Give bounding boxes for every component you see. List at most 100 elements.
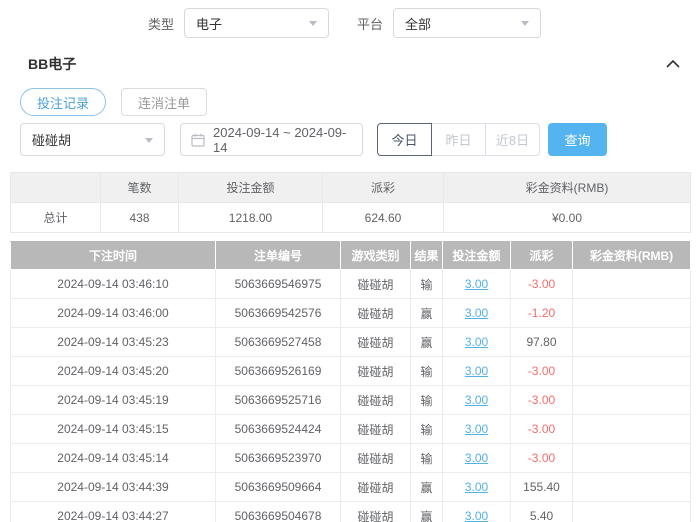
cell-payout: -3.00 — [511, 415, 573, 444]
cell-bet-time: 2024-09-14 03:45:14 — [11, 444, 216, 473]
date-range-input[interactable]: 2024-09-14 ~ 2024-09-14 — [180, 123, 363, 156]
summary-total-bet-amount: 1218.00 — [179, 203, 323, 233]
cell-result: 输 — [411, 357, 443, 386]
bet-amount-link[interactable]: 3.00 — [465, 422, 488, 436]
bet-amount-link[interactable]: 3.00 — [465, 364, 488, 378]
bet-amount-link[interactable]: 3.00 — [465, 451, 488, 465]
bet-amount-link[interactable]: 3.00 — [465, 480, 488, 494]
collapse-section-button[interactable] — [665, 59, 681, 69]
cell-jackpot — [573, 270, 691, 299]
header-bet-amount: 投注金额 — [443, 242, 511, 270]
cell-bet-amount: 3.00 — [443, 357, 511, 386]
summary-total-payout: 624.60 — [323, 203, 444, 233]
tab-bet-records[interactable]: 投注记录 — [20, 88, 106, 116]
cell-bet-amount: 3.00 — [443, 270, 511, 299]
cell-jackpot — [573, 473, 691, 502]
cell-result: 赢 — [411, 502, 443, 522]
cell-payout: -3.00 — [511, 386, 573, 415]
table-row: 2024-09-14 03:45:15 5063669524424 碰碰胡 输 … — [11, 415, 691, 444]
game-select[interactable]: 碰碰胡 — [20, 123, 165, 156]
table-row: 2024-09-14 03:46:10 5063669546975 碰碰胡 输 … — [11, 270, 691, 299]
bet-records-table: 下注时间 注单编号 游戏类别 结果 投注金额 派彩 彩金资料(RMB) 2024… — [10, 241, 691, 522]
bet-table-body: 2024-09-14 03:46:10 5063669546975 碰碰胡 输 … — [11, 270, 691, 522]
cell-bet-amount: 3.00 — [443, 473, 511, 502]
tab-cancelled-slips[interactable]: 连消注单 — [121, 88, 207, 116]
summary-header-blank — [11, 173, 101, 203]
cell-result: 输 — [411, 386, 443, 415]
cell-jackpot — [573, 502, 691, 522]
cell-bet-time: 2024-09-14 03:45:20 — [11, 357, 216, 386]
cell-slip-no: 5063669523970 — [216, 444, 341, 473]
cell-jackpot — [573, 386, 691, 415]
cell-jackpot — [573, 328, 691, 357]
summary-table: 笔数 投注金额 派彩 彩金资料(RMB) 总计 438 1218.00 624.… — [10, 172, 691, 233]
summary-total-row: 总计 438 1218.00 624.60 ¥0.00 — [11, 203, 691, 233]
cell-bet-time: 2024-09-14 03:45:19 — [11, 386, 216, 415]
cell-payout: 155.40 — [511, 473, 573, 502]
table-row: 2024-09-14 03:45:23 5063669527458 碰碰胡 赢 … — [11, 328, 691, 357]
date-range-value: 2024-09-14 ~ 2024-09-14 — [213, 125, 352, 155]
table-row: 2024-09-14 03:44:39 5063669509664 碰碰胡 赢 … — [11, 473, 691, 502]
cell-bet-amount: 3.00 — [443, 415, 511, 444]
cell-payout: -3.00 — [511, 270, 573, 299]
type-select-value: 电子 — [196, 14, 222, 33]
today-button[interactable]: 今日 — [377, 123, 432, 156]
bet-amount-link[interactable]: 3.00 — [465, 509, 488, 522]
section-title: BB电子 — [28, 54, 76, 74]
last-8-days-button[interactable]: 近8日 — [485, 123, 540, 156]
bet-amount-link[interactable]: 3.00 — [465, 277, 488, 291]
cell-jackpot — [573, 299, 691, 328]
summary-header-payout: 派彩 — [323, 173, 444, 203]
section-header: BB电子 — [0, 54, 697, 74]
record-tabs: 投注记录 连消注单 — [0, 88, 697, 116]
summary-header-count: 笔数 — [101, 173, 179, 203]
platform-label: 平台 — [357, 14, 383, 33]
cell-slip-no: 5063669527458 — [216, 328, 341, 357]
cell-result: 输 — [411, 270, 443, 299]
cell-bet-time: 2024-09-14 03:45:15 — [11, 415, 216, 444]
cell-bet-time: 2024-09-14 03:44:27 — [11, 502, 216, 522]
header-slip-no: 注单编号 — [216, 242, 341, 270]
cell-game-type: 碰碰胡 — [341, 270, 411, 299]
cell-slip-no: 5063669526169 — [216, 357, 341, 386]
cell-slip-no: 5063669509664 — [216, 473, 341, 502]
chevron-down-icon — [145, 138, 153, 143]
table-row: 2024-09-14 03:45:19 5063669525716 碰碰胡 输 … — [11, 386, 691, 415]
table-row: 2024-09-14 03:45:14 5063669523970 碰碰胡 输 … — [11, 444, 691, 473]
cell-bet-time: 2024-09-14 03:46:10 — [11, 270, 216, 299]
platform-select[interactable]: 全部 — [393, 8, 541, 38]
summary-total-count: 438 — [101, 203, 179, 233]
summary-header-row: 笔数 投注金额 派彩 彩金资料(RMB) — [11, 173, 691, 203]
chevron-down-icon — [521, 21, 529, 26]
header-payout: 派彩 — [511, 242, 573, 270]
type-select[interactable]: 电子 — [184, 8, 329, 38]
top-filter-bar: 类型 电子 平台 全部 — [0, 0, 697, 38]
bet-amount-link[interactable]: 3.00 — [465, 335, 488, 349]
cell-game-type: 碰碰胡 — [341, 299, 411, 328]
cell-slip-no: 5063669542576 — [216, 299, 341, 328]
search-button[interactable]: 查询 — [548, 123, 607, 156]
cell-bet-amount: 3.00 — [443, 502, 511, 522]
summary-total-label: 总计 — [11, 203, 101, 233]
cell-payout: 97.80 — [511, 328, 573, 357]
summary-header-bet-amount: 投注金额 — [179, 173, 323, 203]
yesterday-button[interactable]: 昨日 — [431, 123, 486, 156]
header-bet-time: 下注时间 — [11, 242, 216, 270]
header-jackpot: 彩金资料(RMB) — [573, 242, 691, 270]
bet-amount-link[interactable]: 3.00 — [465, 393, 488, 407]
calendar-icon — [191, 133, 205, 147]
query-bar: 碰碰胡 2024-09-14 ~ 2024-09-14 今日 昨日 近8日 查询 — [0, 123, 697, 156]
cell-bet-time: 2024-09-14 03:46:00 — [11, 299, 216, 328]
cell-slip-no: 5063669525716 — [216, 386, 341, 415]
chevron-down-icon — [309, 21, 317, 26]
table-row: 2024-09-14 03:46:00 5063669542576 碰碰胡 赢 … — [11, 299, 691, 328]
header-result: 结果 — [411, 242, 443, 270]
table-row: 2024-09-14 03:44:27 5063669504678 碰碰胡 赢 … — [11, 502, 691, 522]
bet-amount-link[interactable]: 3.00 — [465, 306, 488, 320]
cell-bet-time: 2024-09-14 03:45:23 — [11, 328, 216, 357]
cell-payout: -3.00 — [511, 444, 573, 473]
game-select-value: 碰碰胡 — [32, 130, 71, 149]
cell-result: 输 — [411, 415, 443, 444]
platform-select-value: 全部 — [405, 14, 431, 33]
bet-table-header-row: 下注时间 注单编号 游戏类别 结果 投注金额 派彩 彩金资料(RMB) — [11, 242, 691, 270]
